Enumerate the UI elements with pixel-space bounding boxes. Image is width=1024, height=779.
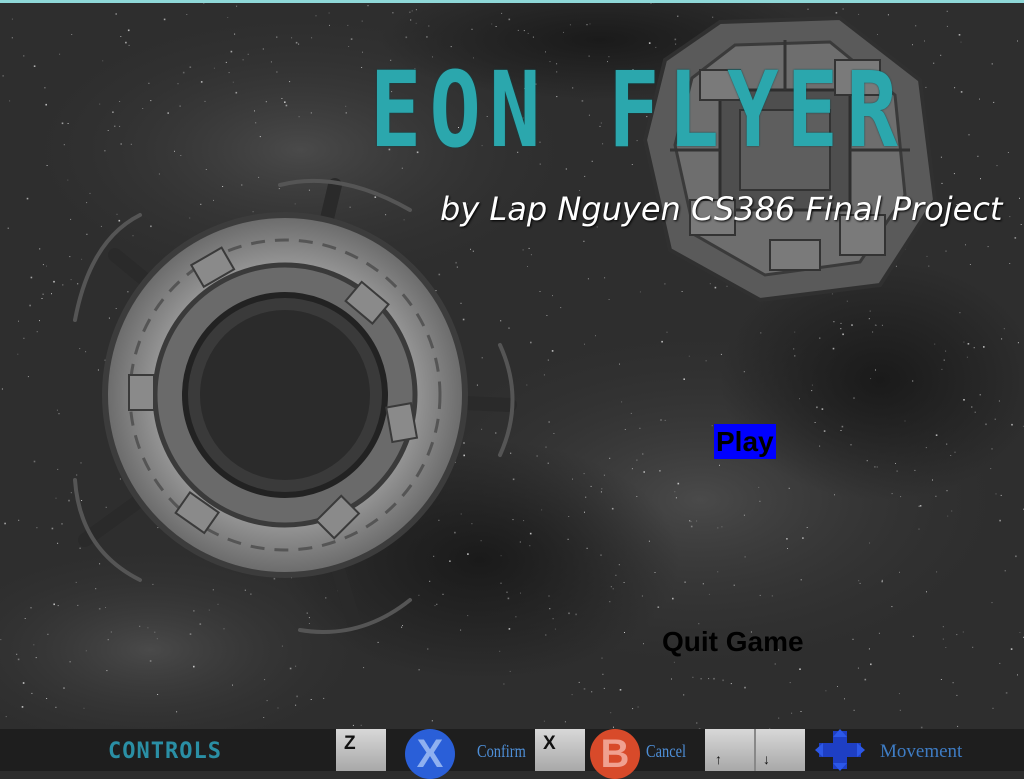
z-keycap: Z — [336, 729, 386, 771]
movement-label: Movement — [880, 741, 963, 762]
z-key-label: Z — [344, 733, 356, 754]
controls-heading: CONTROLS — [108, 739, 222, 764]
down-arrow-label: ↓ — [763, 751, 770, 767]
x-gamepad-button-icon: X — [405, 729, 455, 779]
quit-game-menu-option[interactable]: Quit Game — [662, 624, 804, 659]
play-menu-option[interactable]: Play — [714, 424, 776, 459]
x-key-label: X — [543, 733, 556, 754]
cancel-label: Cancel — [646, 741, 686, 761]
b-gamepad-button-icon: B — [590, 729, 640, 779]
game-title: EON FLYER — [370, 49, 906, 171]
dpad-icon — [815, 729, 865, 771]
up-arrow-label: ↑ — [715, 751, 722, 767]
x-keycap: X — [535, 729, 585, 771]
top-border — [0, 0, 1024, 3]
author-byline: by Lap Nguyen CS386 Final Project — [440, 190, 1003, 228]
controls-bar: CONTROLS Z X Confirm X B Cancel ↑ ↓ Move… — [0, 729, 1024, 779]
arrow-keys-keycap: ↑ ↓ — [705, 729, 805, 771]
keycap-divider — [754, 729, 756, 771]
confirm-label: Confirm — [477, 741, 526, 761]
